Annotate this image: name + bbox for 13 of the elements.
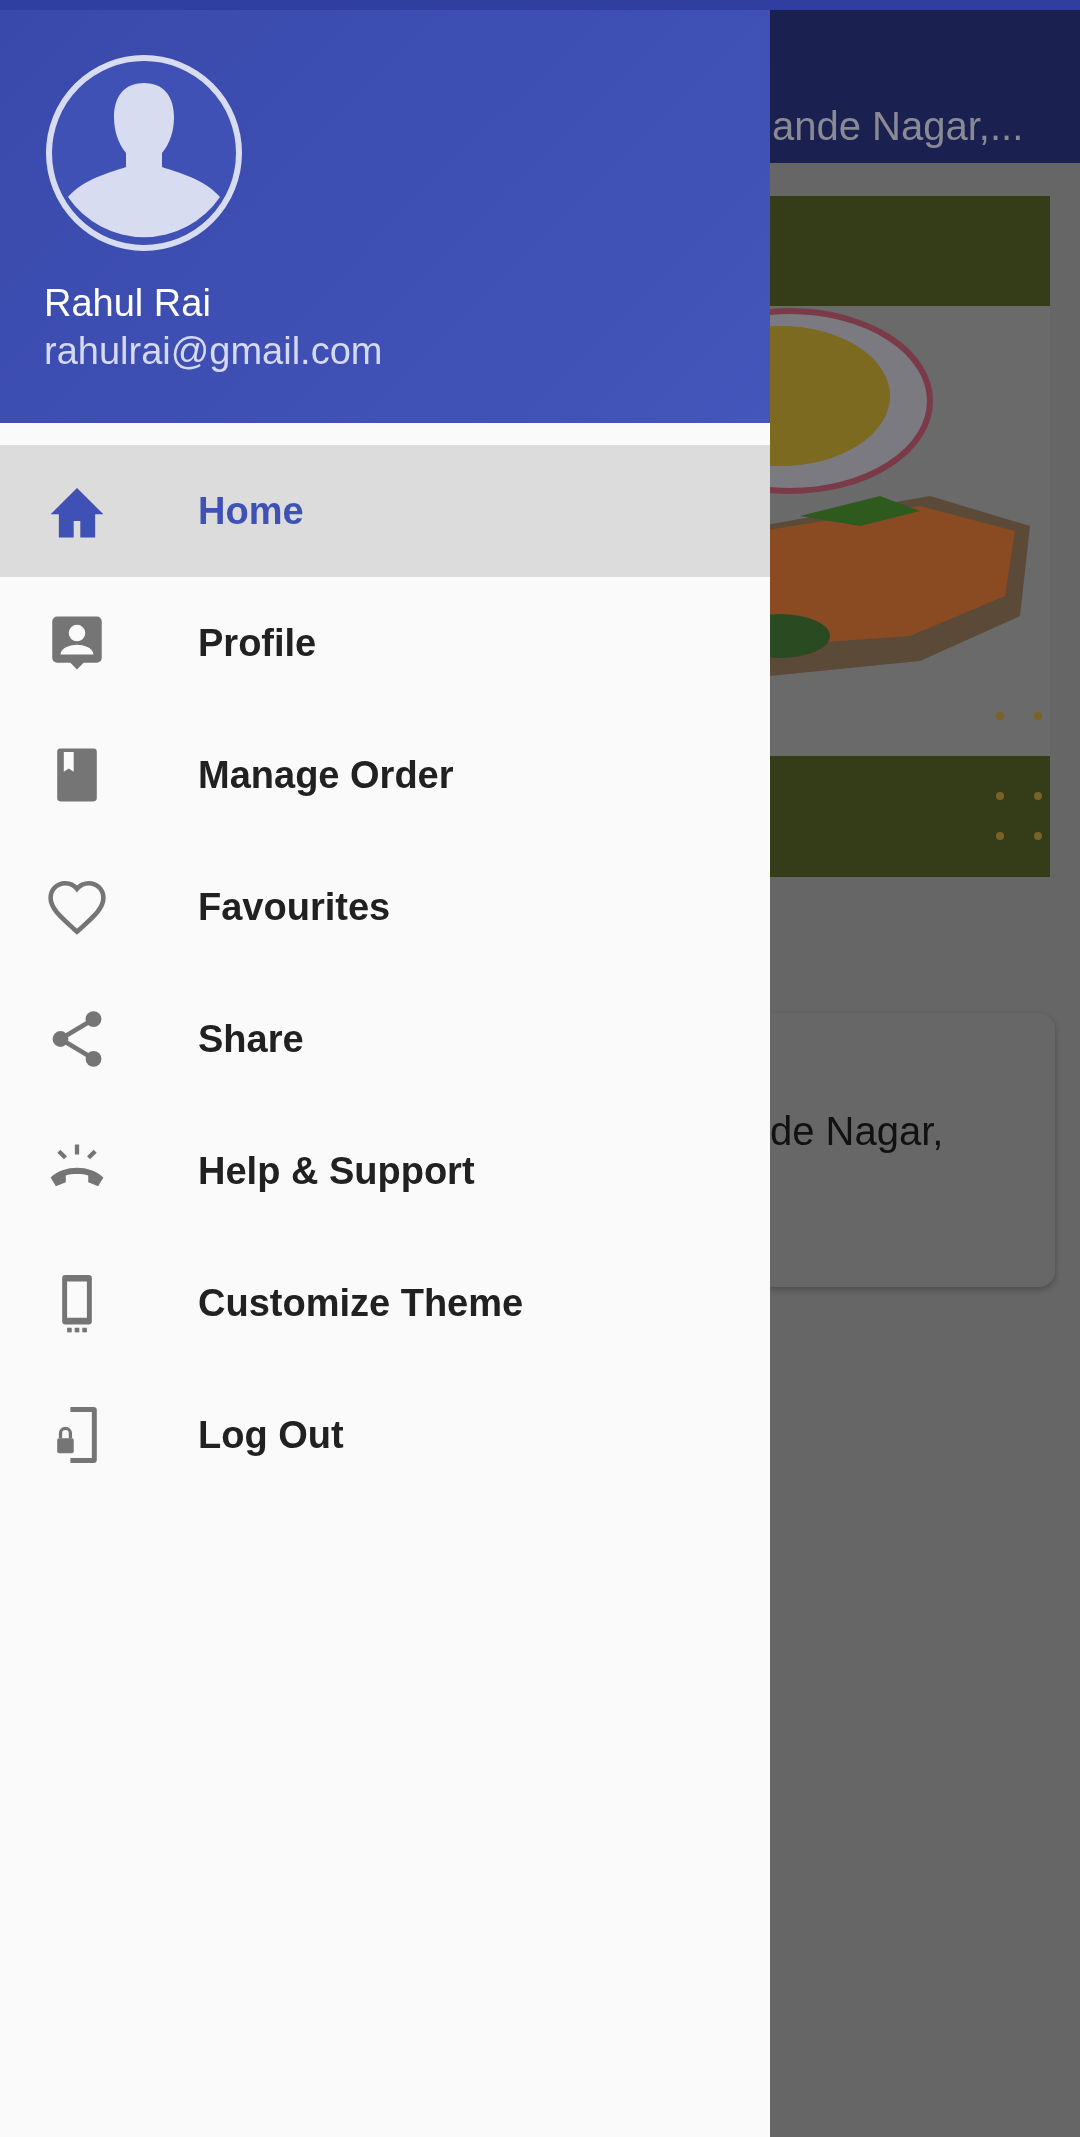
menu-item[interactable]: Share	[0, 973, 770, 1105]
menu-item[interactable]: Favourites	[0, 841, 770, 973]
menu-item[interactable]: Customize Theme	[0, 1237, 770, 1369]
address-text: de Nagar,	[770, 1108, 945, 1155]
menu-item[interactable]: Profile	[0, 577, 770, 709]
user-email: rahulrai@gmail.com	[44, 328, 384, 374]
menu-item[interactable]: Manage Order	[0, 709, 770, 841]
menu-item[interactable]: Home	[0, 445, 770, 577]
location-title: ande Nagar,...	[771, 103, 1025, 150]
menu-item[interactable]: Help & Support	[0, 1105, 770, 1237]
menu-item[interactable]: Log Out	[0, 1369, 770, 1501]
user-name: Rahul Rai	[44, 281, 212, 326]
avatar-icon	[44, 53, 244, 253]
